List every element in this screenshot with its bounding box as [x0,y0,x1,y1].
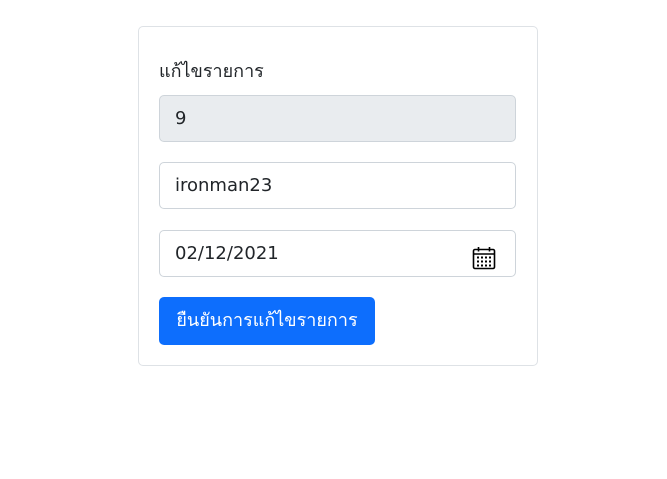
username-field[interactable]: ironman23 [159,162,516,209]
date-field[interactable]: 02/12/2021 [159,230,516,277]
form-title: แก้ไขรายการ [159,61,264,82]
confirm-edit-button[interactable]: ยืนยันการแก้ไขรายการ [159,297,375,345]
id-field-value: 9 [175,108,187,129]
edit-form-card: แก้ไขรายการ 9 ironman23 02/12/2021 ยืนยั… [138,26,538,366]
id-field[interactable]: 9 [159,95,516,142]
calendar-icon[interactable] [472,242,496,270]
username-field-value: ironman23 [175,175,273,196]
date-field-value: 02/12/2021 [175,243,279,264]
